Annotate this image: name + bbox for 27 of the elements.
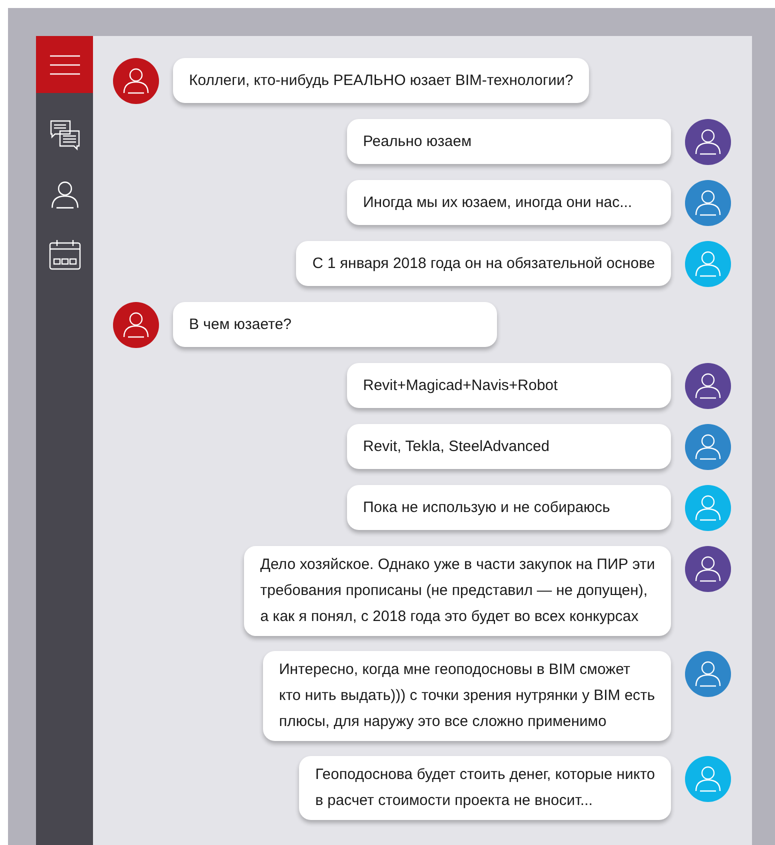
message-bubble: С 1 января 2018 года он на обязательной основе <box>296 241 671 286</box>
message-bubble: Геоподоснова будет стоить денег, которые никто в расчет стоимости проекта не вносит... <box>299 756 671 820</box>
message-bubble: Revit+Magicad+Navis+Robot <box>347 363 671 408</box>
sidebar-button[interactable] <box>36 36 93 93</box>
person-icon <box>693 554 723 584</box>
message-bubble: Интересно, когда мне геоподосновы в BIM сможет кто нить выдать))) с точки зрения нутрянки у BIM есть плюсы, для наружу это все сложно применимо <box>262 651 671 741</box>
message-bubble: Реально юзаем <box>347 119 671 164</box>
message-bubble: Revit, Tekla, SteelAdvanced <box>347 424 671 469</box>
chat-bubbles-icon[interactable] <box>48 119 80 151</box>
message-bubble: В чем юзаете? <box>173 302 497 347</box>
person-icon <box>693 127 723 157</box>
person-icon <box>693 371 723 401</box>
person-icon <box>693 659 723 689</box>
person-icon <box>121 310 151 340</box>
person-icon <box>693 188 723 218</box>
person-icon <box>121 66 151 96</box>
person-icon <box>693 249 723 279</box>
menu-icon[interactable] <box>48 54 80 76</box>
person-icon <box>693 764 723 794</box>
message-bubble: Дело хозяйское. Однако уже в части закупок на ПИР эти требования прописаны (не представил — не допущен), а как я понял, с 2018 года это будет во всех конкурсах <box>244 546 671 636</box>
message-bubble: Пока не использую и не собираюсь <box>347 485 671 530</box>
person-icon <box>48 179 80 211</box>
person-icon <box>693 493 723 523</box>
calendar-icon[interactable] <box>48 239 80 271</box>
person-icon <box>693 432 723 462</box>
message-bubble: Иногда мы их юзаем, иногда они нас... <box>347 180 671 225</box>
message-bubble: Коллеги, кто-нибудь РЕАЛЬНО юзает BIM-технологии? <box>173 58 590 103</box>
